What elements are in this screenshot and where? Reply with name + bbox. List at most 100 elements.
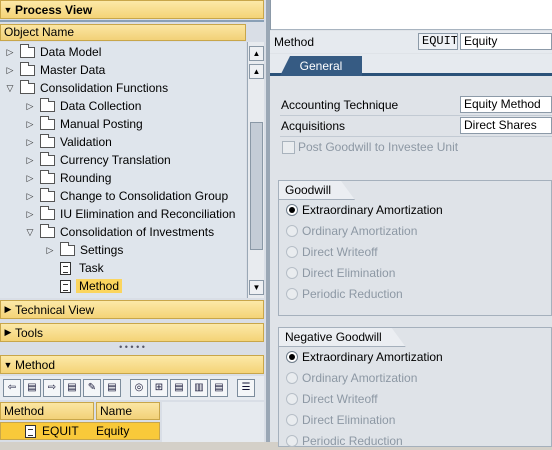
tree-item[interactable]: ▷ Master Data: [4, 61, 105, 79]
expand-node-icon[interactable]: ▷: [4, 47, 16, 58]
panel-splitter-handle[interactable]: • • • • •: [0, 343, 264, 352]
technical-view-header[interactable]: ▶ Technical View: [0, 300, 264, 319]
name-column-label: Name: [100, 404, 133, 418]
table-row[interactable]: EQUIT Equity: [0, 422, 160, 440]
document-icon[interactable]: ▤: [170, 379, 188, 397]
radio-option: Direct Elimination: [286, 411, 395, 429]
tree-item-label: Data Model: [40, 45, 102, 59]
expand-node-icon[interactable]: ▷: [24, 155, 36, 166]
expand-node-icon[interactable]: ▷: [24, 191, 36, 202]
collapse-node-icon[interactable]: ▽: [24, 227, 36, 238]
pencil-icon[interactable]: ✎: [83, 379, 101, 397]
collapse-triangle-icon[interactable]: ▼: [1, 5, 15, 15]
tree-item[interactable]: Method: [44, 277, 123, 295]
method-name-cell: Equity: [96, 424, 130, 438]
expand-node-icon[interactable]: ▷: [4, 65, 16, 76]
binoculars-icon[interactable]: ◎: [130, 379, 148, 397]
radio-option[interactable]: Extraordinary Amortization: [286, 348, 443, 366]
goodwill-title-text: Goodwill: [285, 183, 332, 197]
scroll-up-button[interactable]: ▲: [249, 46, 264, 61]
radio-option: Ordinary Amortization: [286, 369, 417, 387]
accounting-technique-field[interactable]: Equity Method: [460, 96, 552, 113]
method-grid-header: Method Name: [0, 402, 160, 420]
method-panel-header[interactable]: ▼ Method: [0, 355, 264, 374]
detail-toolbar-area: [270, 0, 552, 30]
tree-item[interactable]: ▷ Validation: [24, 133, 112, 151]
radio-button[interactable]: [286, 204, 298, 216]
method-column-header[interactable]: Method: [0, 402, 94, 420]
tree-item-label: Method: [76, 279, 123, 293]
scroll-up-fast-button[interactable]: ▲: [249, 64, 264, 79]
object-name-column-header[interactable]: Object Name: [0, 24, 246, 41]
radio-option: Ordinary Amortization: [286, 222, 417, 240]
post-goodwill-checkbox[interactable]: [282, 141, 295, 154]
folder-icon: [40, 169, 55, 184]
tree-item[interactable]: ▷ Settings: [44, 241, 123, 259]
name-column-header[interactable]: Name: [96, 402, 160, 420]
expand-node-icon[interactable]: ▷: [24, 101, 36, 112]
previous-object-icon[interactable]: ⇦: [3, 379, 21, 397]
list-icon[interactable]: ☰: [237, 379, 255, 397]
radio-button: [286, 435, 298, 447]
method-name-field[interactable]: Equity: [460, 33, 552, 50]
tree-item[interactable]: ▷ Currency Translation: [24, 151, 171, 169]
document-icon[interactable]: ▤: [103, 379, 121, 397]
folder-icon: [40, 205, 55, 220]
expand-node-icon[interactable]: ▷: [24, 137, 36, 148]
folder-icon: [40, 115, 55, 130]
find-next-icon[interactable]: ⊞: [150, 379, 168, 397]
tree-item-label: Manual Posting: [60, 117, 143, 131]
process-view-header[interactable]: ▼ Process View: [0, 0, 264, 19]
document-icon[interactable]: ▤: [63, 379, 81, 397]
collapse-node-icon[interactable]: ▽: [4, 83, 16, 94]
tree-item[interactable]: Task: [44, 259, 104, 277]
chart-icon[interactable]: ▥: [190, 379, 208, 397]
document-icon[interactable]: ▤: [23, 379, 41, 397]
collapse-triangle-icon[interactable]: ▼: [1, 360, 15, 370]
tree-item[interactable]: ▷ Data Model: [4, 43, 101, 61]
tree-item[interactable]: ▷ Manual Posting: [24, 115, 143, 133]
radio-option: Direct Writeoff: [286, 390, 378, 408]
scroll-down-button[interactable]: ▼: [249, 280, 264, 295]
expand-triangle-icon[interactable]: ▶: [1, 327, 15, 338]
tree-item[interactable]: ▽ Consolidation of Investments: [24, 223, 214, 241]
expand-node-icon[interactable]: ▷: [24, 119, 36, 130]
tree-scrollbar[interactable]: ▲ ▲ ▼: [247, 42, 264, 298]
expand-node-icon[interactable]: ▷: [24, 209, 36, 220]
expand-triangle-icon[interactable]: ▶: [1, 304, 15, 315]
acquisitions-field[interactable]: Direct Shares: [460, 117, 552, 134]
radio-label: Direct Elimination: [302, 413, 396, 427]
method-key-line: Method EQUIT Equity: [270, 31, 552, 53]
expand-node-icon[interactable]: ▷: [24, 173, 36, 184]
next-object-icon[interactable]: ⇨: [43, 379, 61, 397]
tree-item[interactable]: ▷ IU Elimination and Reconciliation: [24, 205, 235, 223]
scroll-thumb[interactable]: [250, 122, 263, 250]
radio-label: Periodic Reduction: [302, 434, 403, 448]
document-icon[interactable]: ▤: [210, 379, 228, 397]
tree-item-label: Task: [79, 261, 104, 275]
accounting-technique-label: Accounting Technique: [281, 98, 399, 112]
tree-item-label: Validation: [60, 135, 112, 149]
radio-button: [286, 267, 298, 279]
tree-item[interactable]: ▷ Rounding: [24, 169, 111, 187]
tree-item-label: IU Elimination and Reconciliation: [60, 207, 236, 221]
radio-button: [286, 372, 298, 384]
method-column-label: Method: [4, 404, 45, 418]
radio-option[interactable]: Extraordinary Amortization: [286, 201, 443, 219]
grid-empty-area: [162, 402, 264, 442]
tools-title: Tools: [15, 325, 44, 340]
tab-general[interactable]: General: [280, 56, 362, 76]
tree-item[interactable]: ▷ Change to Consolidation Group: [24, 187, 228, 205]
tree-item-label: Data Collection: [60, 99, 142, 113]
folder-icon: [40, 223, 55, 238]
document-icon: [60, 261, 71, 275]
radio-button[interactable]: [286, 351, 298, 363]
tools-header[interactable]: ▶ Tools: [0, 323, 264, 342]
tree-item-label: Settings: [80, 243, 124, 257]
tree-item-label: Currency Translation: [60, 153, 171, 167]
tree-item[interactable]: ▽ Consolidation Functions: [4, 79, 168, 97]
method-code-field[interactable]: EQUIT: [418, 33, 458, 50]
radio-option: Periodic Reduction: [286, 432, 403, 450]
expand-node-icon[interactable]: ▷: [44, 245, 56, 256]
tree-item[interactable]: ▷ Data Collection: [24, 97, 141, 115]
